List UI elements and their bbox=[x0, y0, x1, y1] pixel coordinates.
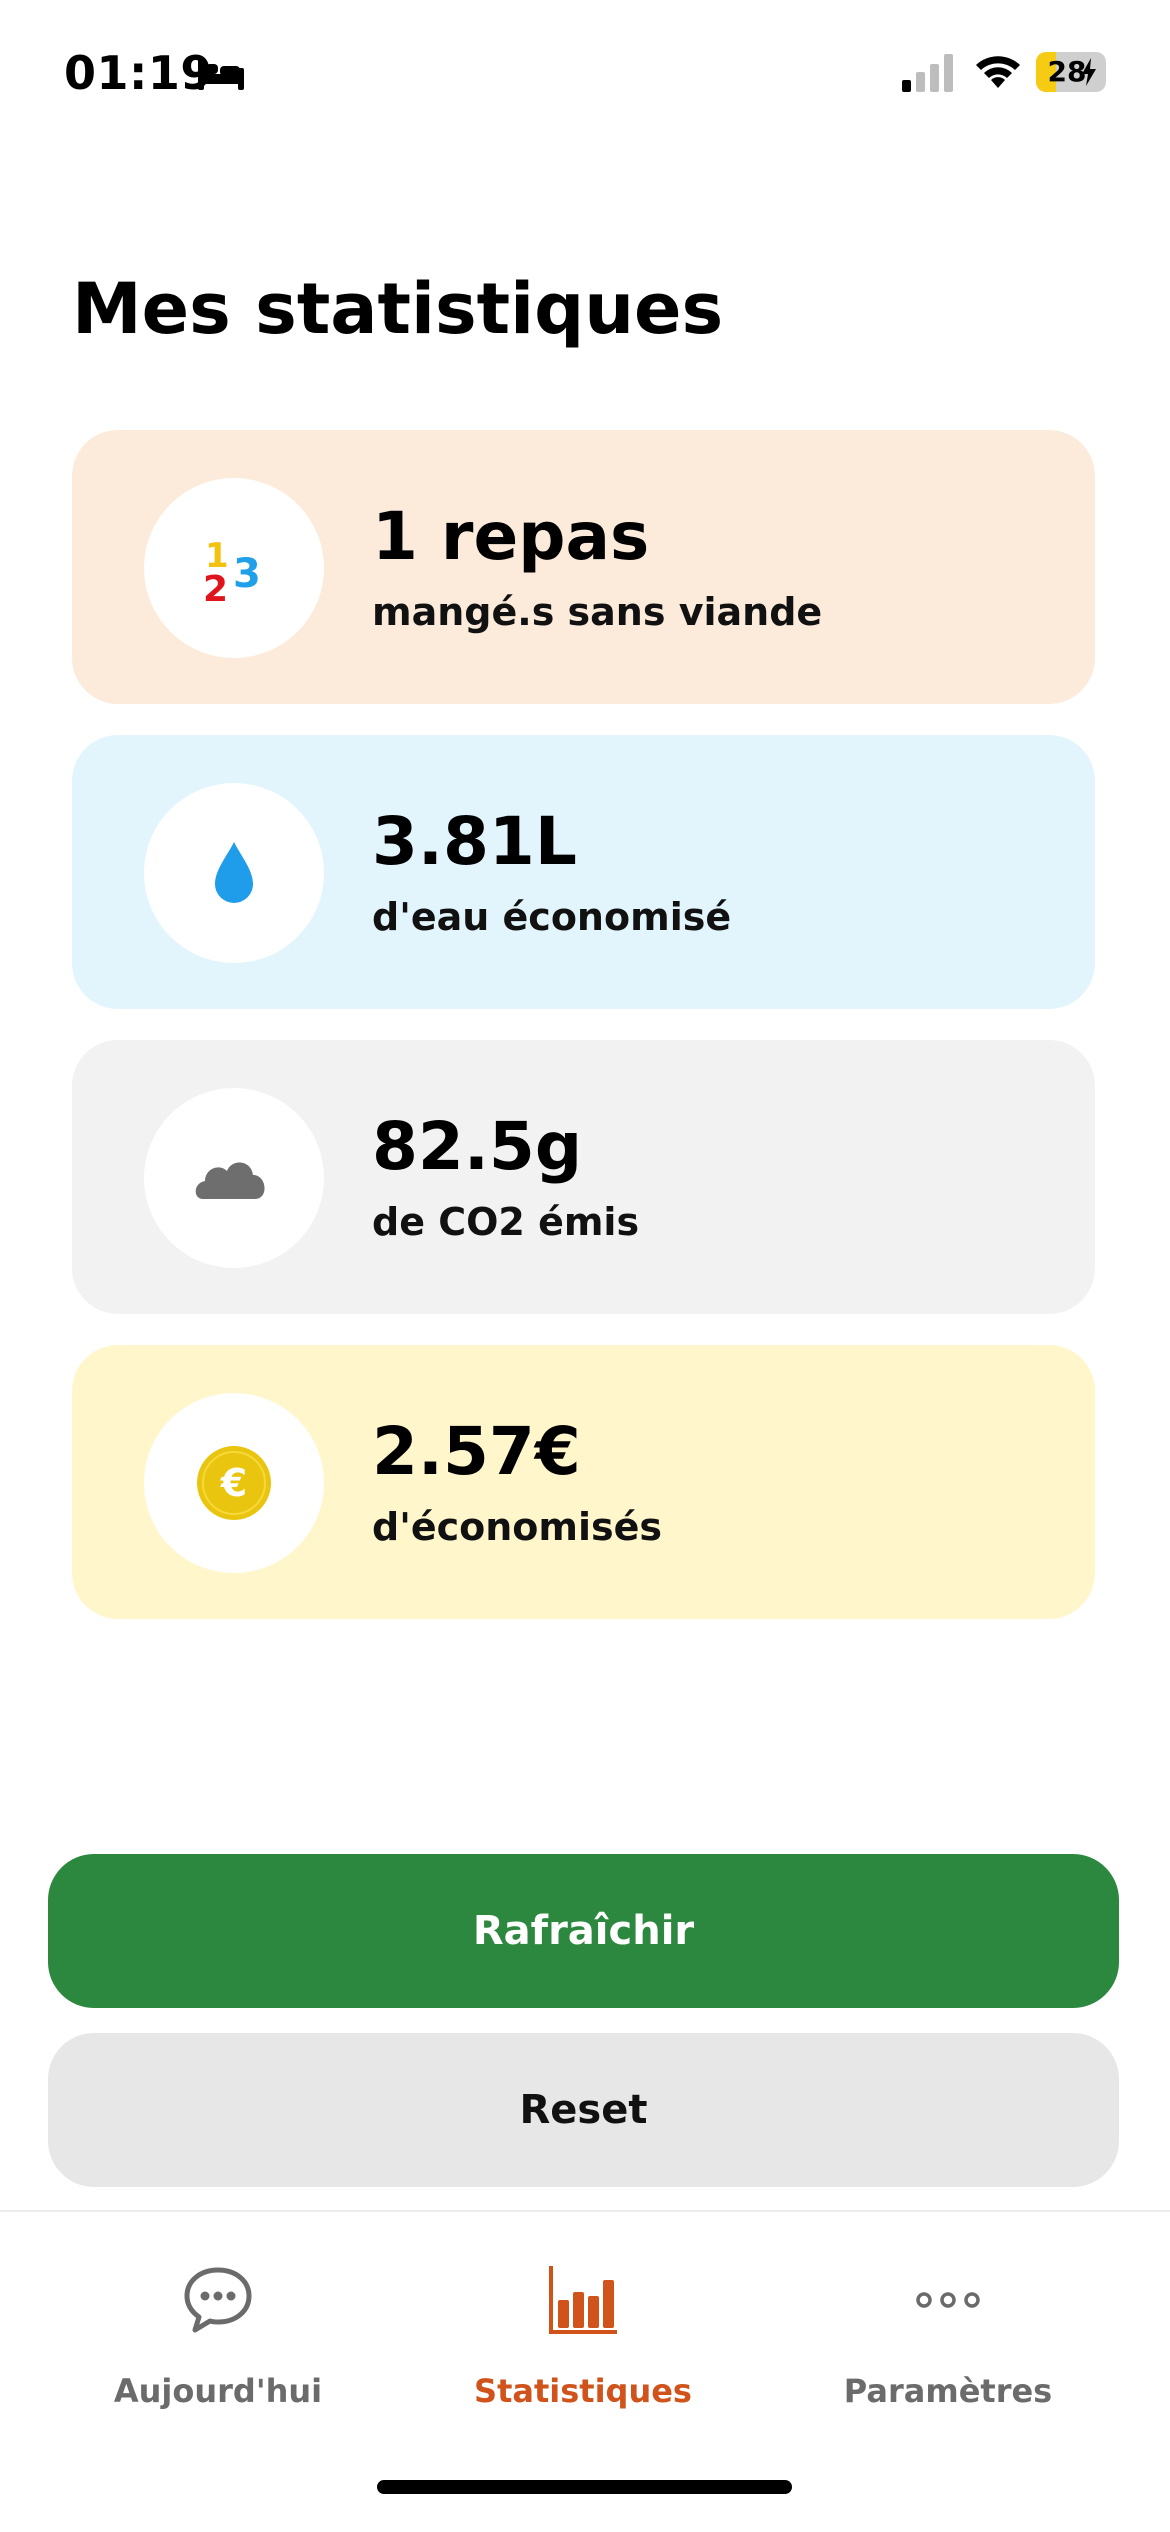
stat-label-co2: de CO2 émis bbox=[372, 1200, 640, 1244]
stat-value-meals: 1 repas bbox=[372, 498, 650, 575]
stat-icon-container bbox=[144, 783, 324, 963]
stat-icon-container bbox=[144, 1088, 324, 1268]
status-time: 01:19 bbox=[64, 46, 213, 100]
chat-bubble-icon bbox=[184, 2267, 252, 2333]
tab-today[interactable]: Aujourd'hui bbox=[38, 2262, 398, 2410]
numbers-123-icon: 1 2 3 bbox=[203, 536, 261, 610]
euro-coin-icon: € bbox=[197, 1446, 271, 1520]
tab-statistics[interactable]: Statistiques bbox=[403, 2262, 763, 2410]
stat-value-money: 2.57€ bbox=[372, 1413, 581, 1490]
stat-label-money: d'économisés bbox=[372, 1505, 663, 1549]
bar-chart-icon bbox=[549, 2266, 617, 2334]
tab-label-settings: Paramètres bbox=[843, 2372, 1053, 2410]
stat-card-co2: 82.5g de CO2 émis bbox=[72, 1040, 1095, 1314]
stat-value-water: 3.81L bbox=[372, 803, 577, 880]
reset-button[interactable]: Reset bbox=[48, 2033, 1119, 2187]
statistics-screen: 01:19 28 Mes statistiques 1 2 3 1 repas … bbox=[0, 0, 1170, 2532]
wifi-icon bbox=[976, 56, 1020, 88]
svg-text:2: 2 bbox=[203, 569, 228, 610]
svg-text:€: € bbox=[220, 1461, 247, 1505]
cloud-icon bbox=[195, 1162, 265, 1199]
battery-indicator: 28 bbox=[1036, 52, 1106, 92]
bed-icon bbox=[198, 58, 244, 90]
stat-label-water: d'eau économisé bbox=[372, 895, 732, 939]
stat-value-co2: 82.5g bbox=[372, 1108, 583, 1185]
tab-label-today: Aujourd'hui bbox=[113, 2372, 323, 2410]
home-indicator bbox=[377, 2480, 792, 2494]
tab-settings[interactable]: Paramètres bbox=[768, 2262, 1128, 2410]
more-dots-icon bbox=[916, 2292, 980, 2308]
status-bar: 01:19 28 bbox=[0, 0, 1170, 150]
stat-icon-container: € bbox=[144, 1393, 324, 1573]
cellular-signal-icon bbox=[902, 54, 953, 92]
tab-label-statistics: Statistiques bbox=[474, 2372, 692, 2410]
stat-card-money: € 2.57€ d'économisés bbox=[72, 1345, 1095, 1619]
svg-text:3: 3 bbox=[233, 551, 261, 597]
refresh-button[interactable]: Rafraîchir bbox=[48, 1854, 1119, 2008]
stat-card-water: 3.81L d'eau économisé bbox=[72, 735, 1095, 1009]
stat-label-meals: mangé.s sans viande bbox=[372, 590, 823, 634]
stat-card-meals: 1 2 3 1 repas mangé.s sans viande bbox=[72, 430, 1095, 704]
charging-bolt-icon bbox=[1082, 58, 1096, 86]
stat-icon-container: 1 2 3 bbox=[144, 478, 324, 658]
page-title: Mes statistiques bbox=[72, 268, 724, 350]
water-drop-icon bbox=[215, 842, 253, 903]
